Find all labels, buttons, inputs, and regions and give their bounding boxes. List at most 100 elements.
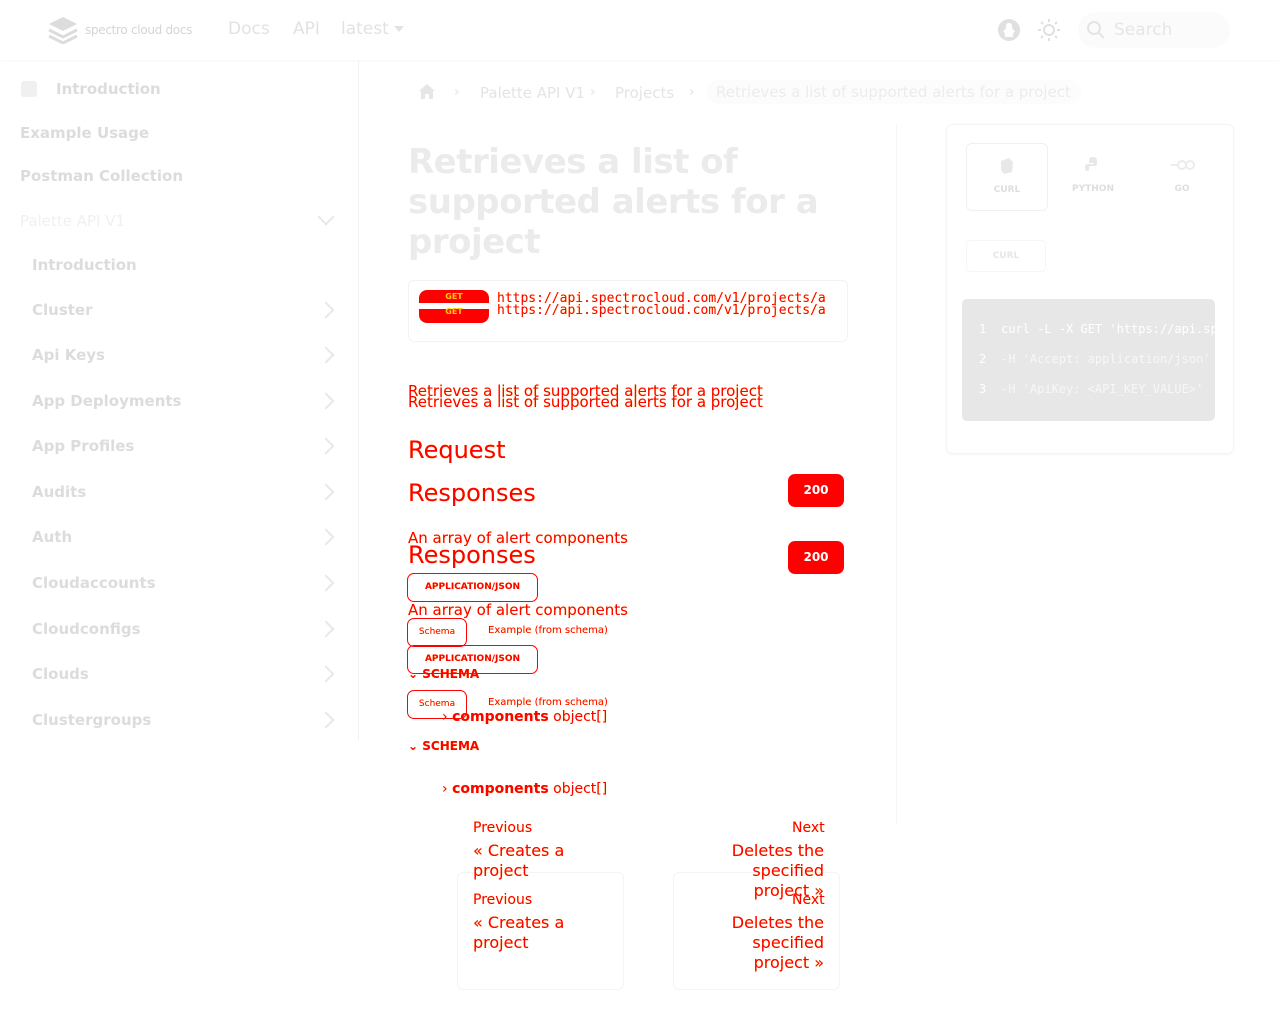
chevron-down-icon: ⌄ — [408, 739, 419, 753]
logo-icon — [48, 17, 78, 44]
example-tab[interactable]: Example (from schema) — [488, 625, 608, 636]
search-input[interactable]: Search — [1078, 12, 1230, 48]
previous-title-shadow[interactable]: « Creates a project — [473, 913, 564, 953]
chevron-right-icon[interactable] — [317, 346, 335, 364]
chevron-right-icon: › — [442, 709, 453, 725]
chevron-right-icon[interactable] — [317, 483, 335, 501]
sidebar-item-cluster[interactable]: Cluster — [32, 301, 93, 319]
sidebar-item-cloudaccounts[interactable]: Cloudaccounts — [32, 574, 156, 592]
example-tab-shadow[interactable]: Example (from schema) — [488, 697, 608, 708]
next-label-shadow[interactable]: Next — [792, 892, 825, 908]
previous-title-line: project — [473, 861, 529, 880]
chevron-right-icon[interactable] — [317, 437, 335, 455]
breadcrumb-separator-icon: › — [590, 84, 596, 100]
home-icon[interactable] — [418, 83, 436, 100]
line-number: 3 — [979, 382, 987, 396]
property-name: components — [452, 781, 549, 797]
schema-label-text: SCHEMA — [422, 739, 480, 753]
sidebar-item-cloudconfigs[interactable]: Cloudconfigs — [32, 620, 141, 638]
next-title-line: Deletes the — [731, 913, 824, 932]
nav-link-docs[interactable]: Docs — [228, 19, 270, 39]
sidebar-item-app-profiles[interactable]: App Profiles — [32, 437, 134, 455]
sidebar-item-introduction-top[interactable]: Introduction — [56, 80, 161, 98]
sidebar-item-auth[interactable]: Auth — [32, 528, 72, 546]
chevron-down-icon[interactable] — [317, 208, 335, 226]
tab-python[interactable]: PYTHON — [1053, 143, 1133, 209]
next-title-line: specified — [752, 933, 824, 952]
previous-label-shadow[interactable]: Previous — [473, 892, 532, 908]
code-line: 3 -H 'ApiKey: <API_KEY_VALUE>' — [979, 382, 1203, 396]
previous-label[interactable]: Previous — [473, 820, 532, 836]
sidebar-item-api-keys[interactable]: Api Keys — [32, 346, 105, 364]
line-number: 1 — [979, 322, 987, 336]
responses-heading: Responses — [408, 479, 536, 507]
github-icon[interactable] — [996, 17, 1022, 43]
schema-label-shadow[interactable]: ⌄ SCHEMA — [408, 739, 479, 753]
version-label: latest — [341, 19, 389, 39]
next-title-line: Deletes the — [731, 841, 824, 860]
breadcrumb-palette-api-v1[interactable]: Palette API V1 — [480, 84, 585, 102]
version-dropdown[interactable]: latest — [341, 19, 404, 39]
code-line: 1 curl -L -X GET 'https://api.sp — [979, 322, 1215, 336]
code-block[interactable]: 1 curl -L -X GET 'https://api.sp 2 -H 'Acc… — [962, 299, 1215, 421]
request-heading: Request — [408, 436, 506, 464]
previous-title-line: « Creates a — [473, 913, 565, 932]
chevron-right-icon[interactable] — [317, 528, 335, 546]
schema-property[interactable]: › components object[] — [442, 709, 607, 725]
next-title-line: specified — [752, 861, 824, 880]
sidebar-item-clouds[interactable]: Clouds — [32, 665, 89, 683]
next-label[interactable]: Next — [792, 820, 825, 836]
status-code-badge[interactable]: 200 — [788, 474, 844, 507]
property-type: object[] — [553, 781, 608, 797]
introduction-icon — [21, 81, 37, 97]
sidebar-item-introduction[interactable]: Introduction — [32, 256, 137, 274]
schema-label[interactable]: ⌄ SCHEMA — [408, 667, 479, 681]
sidebar-item-postman-collection[interactable]: Postman Collection — [20, 167, 183, 185]
chevron-right-icon[interactable] — [317, 301, 335, 319]
content-type-button[interactable]: APPLICATION/JSON — [407, 573, 538, 602]
tab-go[interactable]: GO — [1142, 143, 1222, 209]
go-icon — [1171, 160, 1195, 170]
status-code-badge-shadow[interactable]: 200 — [788, 541, 844, 574]
page-title-line: Retrieves a list of — [408, 142, 738, 182]
sidebar-item-app-deployments[interactable]: App Deployments — [32, 392, 181, 410]
top-navbar: spectro cloud docs Docs API latest Searc… — [0, 0, 1280, 60]
content-divider — [896, 124, 897, 824]
chevron-right-icon[interactable] — [317, 711, 335, 729]
schema-property-shadow[interactable]: › components object[] — [442, 781, 607, 797]
sidebar-item-palette-api-v1[interactable]: Palette API V1 — [20, 212, 125, 230]
sidebar-item-audits[interactable]: Audits — [32, 483, 86, 501]
page-title-line: supported alerts for a — [408, 182, 819, 222]
chevron-right-icon[interactable] — [317, 620, 335, 638]
endpoint-url-shadow: https://api.spectrocloud.com/v1/projects… — [497, 303, 826, 318]
search-placeholder: Search — [1114, 20, 1173, 40]
nav-link-api[interactable]: API — [293, 19, 320, 39]
chevron-right-icon[interactable] — [317, 392, 335, 410]
tab-curl-label: CURL — [993, 185, 1021, 195]
sidebar-item-clustergroups[interactable]: Clustergroups — [32, 711, 151, 729]
code-text: curl -L -X GET 'https://api.sp — [1001, 322, 1215, 336]
logo[interactable]: spectro cloud docs — [47, 16, 192, 44]
chevron-right-icon[interactable] — [317, 665, 335, 683]
schema-tab[interactable]: Schema — [407, 618, 467, 647]
python-icon — [1085, 157, 1097, 171]
previous-title[interactable]: « Creates a project — [473, 841, 564, 881]
theme-toggle-icon[interactable] — [1036, 17, 1062, 43]
breadcrumb-projects[interactable]: Projects — [615, 84, 674, 102]
method-badge: GET GET — [419, 290, 489, 323]
code-text: -H 'ApiKey: <API_KEY_VALUE>' — [1001, 382, 1204, 396]
method-label-shadow: GET — [445, 307, 463, 316]
sidebar-item-example-usage[interactable]: Example Usage — [20, 124, 149, 142]
tab-python-label: PYTHON — [1072, 184, 1114, 194]
property-name: components — [452, 709, 549, 725]
method-label: GET — [445, 292, 463, 301]
chevron-right-icon[interactable] — [317, 574, 335, 592]
responses-heading-shadow: Responses — [408, 541, 536, 569]
curl-variant-chip[interactable]: CURL — [966, 240, 1046, 272]
next-title-shadow[interactable]: Deletes the specified project » — [714, 913, 824, 973]
response-description-shadow: An array of alert components — [408, 601, 628, 619]
previous-title-line: project — [473, 933, 529, 952]
code-text: -H 'Accept: application/json' — [1001, 352, 1211, 366]
tab-curl[interactable]: CURL — [966, 143, 1048, 211]
previous-title-line: « Creates a — [473, 841, 565, 860]
